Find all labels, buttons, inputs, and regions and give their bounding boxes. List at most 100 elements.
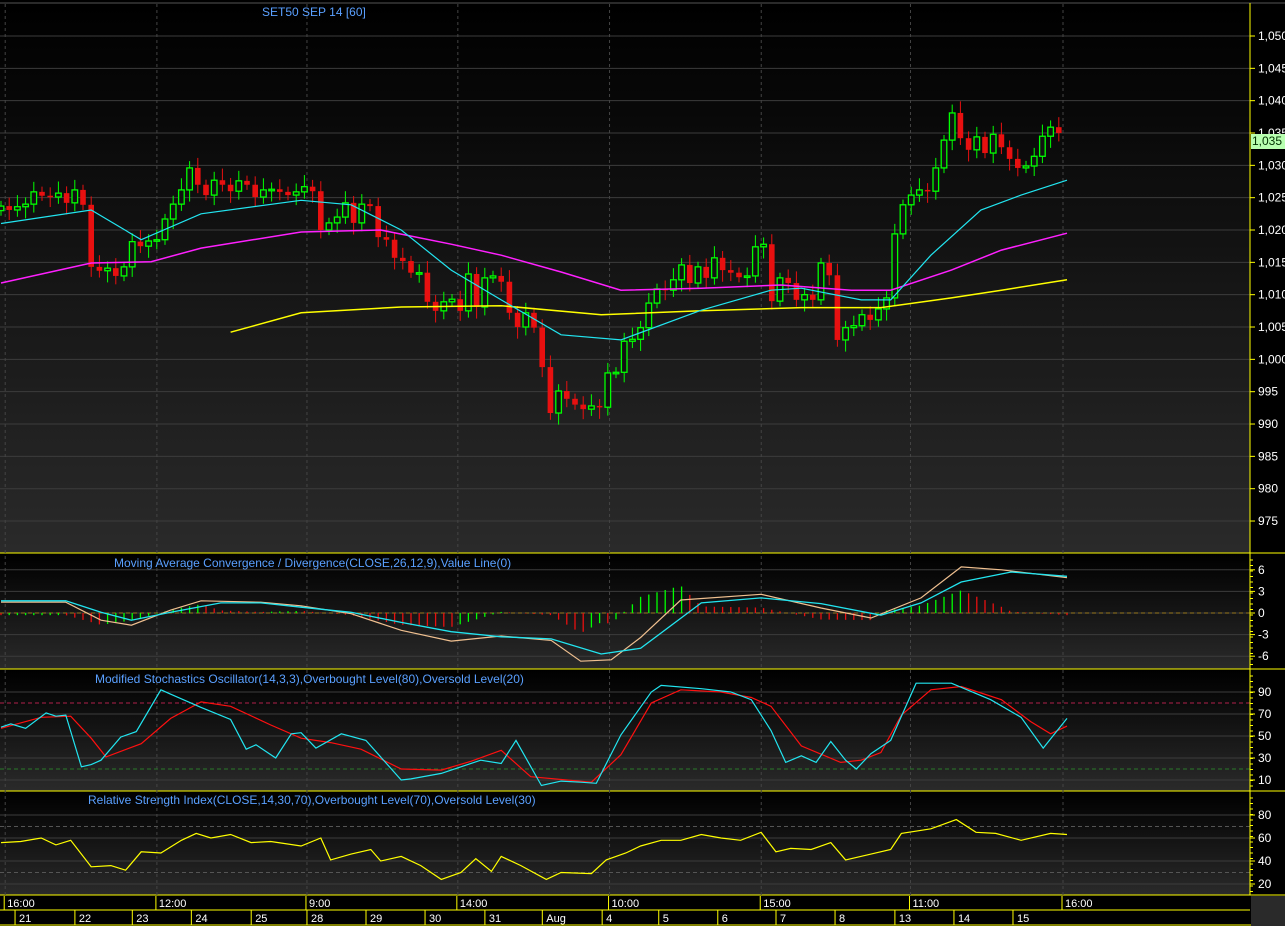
y-tick-label: 1,015 [1258,255,1285,269]
candle-down [769,244,775,302]
candle-up [948,112,956,141]
candle-down [244,180,250,185]
date-label: 13 [899,913,911,925]
candle-up [177,189,185,205]
candle-down [309,186,316,192]
y-tick-label: 20 [1258,877,1272,891]
candle-down [408,261,414,273]
candle-up [932,167,940,192]
candle-down [400,257,406,262]
candle-up [817,262,825,301]
candle-down [703,266,709,278]
candle-down [47,195,53,198]
date-label: 5 [663,913,669,925]
candle-down [957,112,964,139]
candle-up [973,136,981,151]
y-tick-label: 10 [1258,773,1272,787]
date-label: 30 [429,913,441,925]
candle-up [30,191,38,205]
candle-up [120,266,128,277]
candle-up [751,246,759,277]
candle-up [169,203,177,220]
candle-up [940,139,948,169]
candle-down [596,405,603,408]
date-label: 7 [780,913,786,925]
candle-up [210,179,218,196]
candle-down [687,264,693,284]
candle-down [514,312,521,328]
candle-up [907,194,915,206]
y-tick-label: 1,000 [1258,352,1285,366]
candle-down [367,204,373,207]
candle-up [743,275,751,279]
candle-down [1056,127,1062,134]
date-label: 4 [606,913,612,925]
y-tick-label: 6 [1258,563,1265,577]
candle-up [292,191,300,196]
y-tick-label: 1,030 [1258,158,1285,172]
candle-up [760,243,768,248]
candle-down [473,273,480,307]
candle-down [1006,147,1013,159]
candle-down [728,270,734,273]
panel-background [0,4,1250,553]
y-tick-label: 975 [1258,514,1278,528]
date-label: 6 [722,913,728,925]
chart-title: SET50 SEP 14 [60] [262,5,366,19]
candle-down [227,184,234,192]
candle-up [801,294,809,301]
y-tick-label: 1,010 [1258,288,1285,302]
time-label: 11:00 [912,898,939,910]
candle-up [71,189,79,204]
candle-up [555,390,563,414]
candle-up [604,372,612,408]
y-tick-label: 90 [1258,685,1272,699]
candle-up [0,205,5,212]
candle-up [358,203,366,224]
candle-up [612,371,620,375]
rsi-panel-title: Relative Strength Index(CLOSE,14,30,70),… [88,793,536,807]
panel-background [0,792,1250,895]
candle-up [694,266,702,284]
candle-up [1030,155,1038,167]
macd-panel-title: Moving Average Convergence / Divergence(… [114,556,512,570]
y-tick-label: 1,040 [1258,94,1285,108]
candle-down [719,257,726,271]
candle-down [39,191,45,196]
y-tick-label: 985 [1258,449,1278,463]
y-tick-label: 60 [1258,831,1272,845]
date-label: 28 [311,913,323,925]
y-tick-label: 1,005 [1258,320,1285,334]
candle-up [915,189,923,196]
candle-down [113,268,119,276]
candle-up [481,277,489,308]
candle-down [6,206,12,210]
candle-up [587,405,595,410]
y-tick-label: 995 [1258,385,1278,399]
time-label: 14:00 [460,898,488,910]
date-label: 23 [136,913,148,925]
y-tick-label: 1,045 [1258,61,1285,75]
candle-up [989,133,997,154]
candle-down [252,184,258,198]
candle-down [375,206,381,238]
candle-up [128,241,136,268]
y-tick-label: 50 [1258,729,1272,743]
date-label: 15 [1017,913,1029,925]
candle-down [736,272,742,278]
chart-canvas[interactable]: 1,050 1,045 1,040 1,035 1,030 1,025 1,020 1,015… [0,0,1285,926]
time-label: 16:00 [7,898,35,910]
candle-down [965,138,972,150]
date-label: 8 [839,913,845,925]
candle-down [982,136,988,154]
date-label: Aug [546,913,566,925]
candle-down [318,191,324,231]
y-tick-label: 1,050 [1258,29,1285,43]
candle-down [924,189,931,192]
candle-up [1022,165,1030,169]
y-tick-label: 990 [1258,417,1278,431]
date-label: 21 [19,913,31,925]
y-tick-label: -6 [1258,649,1269,663]
y-tick-label: 80 [1258,808,1272,822]
candle-up [899,204,907,235]
